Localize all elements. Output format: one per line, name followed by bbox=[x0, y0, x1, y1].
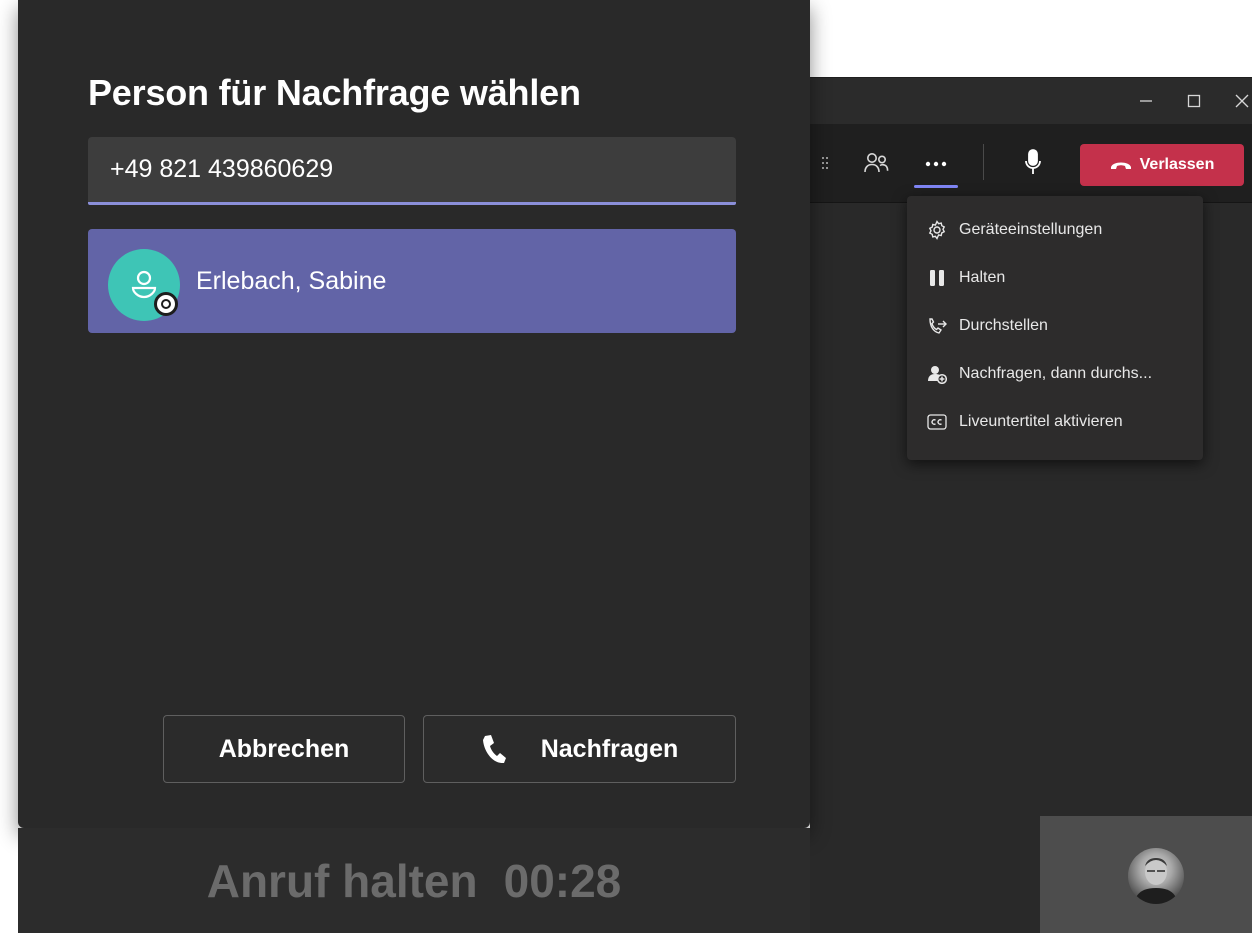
close-icon[interactable] bbox=[1222, 78, 1252, 124]
menu-item-consult-then-transfer[interactable]: Nachfragen, dann durchs... bbox=[907, 350, 1203, 398]
transfer-icon bbox=[927, 316, 947, 336]
pause-icon bbox=[927, 268, 947, 288]
more-options-menu: Geräteeinstellungen Halten Durchstellen … bbox=[907, 196, 1203, 460]
phone-icon bbox=[481, 734, 507, 764]
consult-button-label: Nachfragen bbox=[540, 734, 679, 763]
more-options-active-indicator bbox=[914, 185, 958, 188]
leave-call-label: Verlassen bbox=[1139, 156, 1215, 173]
menu-item-label: Durchstellen bbox=[959, 317, 1048, 334]
consult-person-dialog: Person für Nachfrage wählen Erlebach, Sa… bbox=[18, 0, 810, 828]
toolbar-divider bbox=[983, 144, 984, 180]
menu-item-label: Nachfragen, dann durchs... bbox=[959, 365, 1153, 382]
search-input[interactable] bbox=[88, 137, 736, 205]
more-options-icon[interactable] bbox=[914, 150, 958, 178]
cancel-button-label: Abbrechen bbox=[218, 734, 350, 763]
closed-captions-icon bbox=[927, 412, 947, 432]
presence-status-icon bbox=[154, 292, 178, 316]
call-toolbar: Verlassen bbox=[810, 124, 1252, 203]
window-titlebar bbox=[810, 77, 1252, 124]
menu-item-hold[interactable]: Halten bbox=[907, 254, 1203, 302]
microphone-icon[interactable] bbox=[1018, 146, 1048, 178]
maximize-icon[interactable] bbox=[1174, 78, 1214, 124]
dialog-title: Person für Nachfrage wählen bbox=[88, 72, 581, 113]
background-edge bbox=[0, 0, 18, 933]
grid-handle-icon bbox=[818, 152, 832, 174]
hold-status-label: Anruf halten bbox=[206, 854, 478, 907]
consult-icon bbox=[927, 364, 947, 384]
hold-timer: 00:28 bbox=[503, 854, 622, 907]
menu-item-label: Liveuntertitel aktivieren bbox=[959, 413, 1123, 430]
menu-item-device-settings[interactable]: Geräteeinstellungen bbox=[907, 206, 1203, 254]
leave-call-button[interactable]: Verlassen bbox=[1080, 144, 1244, 186]
cancel-button[interactable]: Abbrechen bbox=[163, 715, 405, 783]
minimize-icon[interactable] bbox=[1126, 78, 1166, 124]
participants-icon[interactable] bbox=[860, 148, 892, 178]
menu-item-transfer[interactable]: Durchstellen bbox=[907, 302, 1203, 350]
hang-up-icon bbox=[1110, 159, 1132, 171]
gear-icon bbox=[927, 220, 947, 240]
result-contact-name: Erlebach, Sabine bbox=[196, 267, 387, 295]
consult-button[interactable]: Nachfragen bbox=[423, 715, 736, 783]
menu-item-label: Halten bbox=[959, 269, 1006, 286]
search-result-item[interactable]: Erlebach, Sabine bbox=[88, 229, 736, 333]
self-avatar bbox=[1128, 848, 1184, 904]
hold-status-bar: Anruf halten 00:28 bbox=[18, 828, 810, 933]
menu-item-live-captions[interactable]: Liveuntertitel aktivieren bbox=[907, 398, 1203, 446]
menu-item-label: Geräteeinstellungen bbox=[959, 221, 1103, 238]
